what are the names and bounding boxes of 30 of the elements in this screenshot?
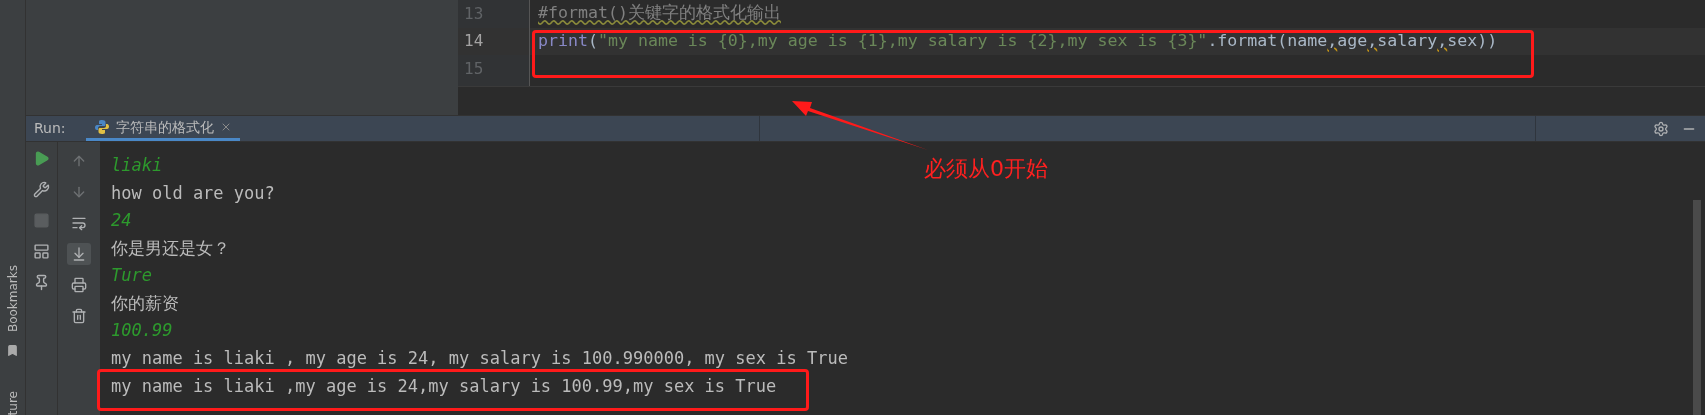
code-line: print("my name is {0},my age is {1},my salary is {2},my sex is {3}".format(name,age,salary,sex)) [538,29,1498,52]
printer-icon [71,277,87,293]
scroll-to-end-button[interactable] [67,243,91,265]
run-icon[interactable] [33,150,50,167]
scrollbar[interactable] [1693,200,1701,415]
run-tab-label: 字符串的格式化 [115,117,214,137]
console-line: my name is liaki ,my age is 24,my salary is 100.99,my sex is True [111,375,777,398]
line-number: 14 [464,30,484,53]
console-line: 24 [111,209,132,232]
console-line: 100.99 [111,319,173,342]
annotation-note: 必须从0开始 [924,155,1048,183]
bookmarks-tab[interactable]: Bookmarks [3,264,22,332]
run-label: Run: [34,119,66,138]
layout-icon[interactable] [33,243,50,260]
trash-icon [71,308,87,324]
code-line: #format()关键字的格式化输出 [538,2,781,25]
pin-icon[interactable] [33,274,50,291]
console-line: how old are you? [111,181,275,205]
console-line: 你的薪资 [111,291,179,315]
console-line: 你是男还是女？ [111,236,230,260]
python-icon [93,119,110,135]
bookmark-icon [6,343,19,357]
console-line: liaki [111,154,163,177]
scroll-to-end-icon [71,246,87,262]
console-line: Ture [111,264,152,287]
console-line: my name is liaki , my age is 24, my salary is 100.990000, my sex is True [111,346,848,370]
wrench-icon[interactable] [33,181,50,198]
structure-tab[interactable]: ture [3,390,22,415]
settings-icon[interactable] [1653,120,1669,137]
soft-wrap-icon [71,215,87,231]
